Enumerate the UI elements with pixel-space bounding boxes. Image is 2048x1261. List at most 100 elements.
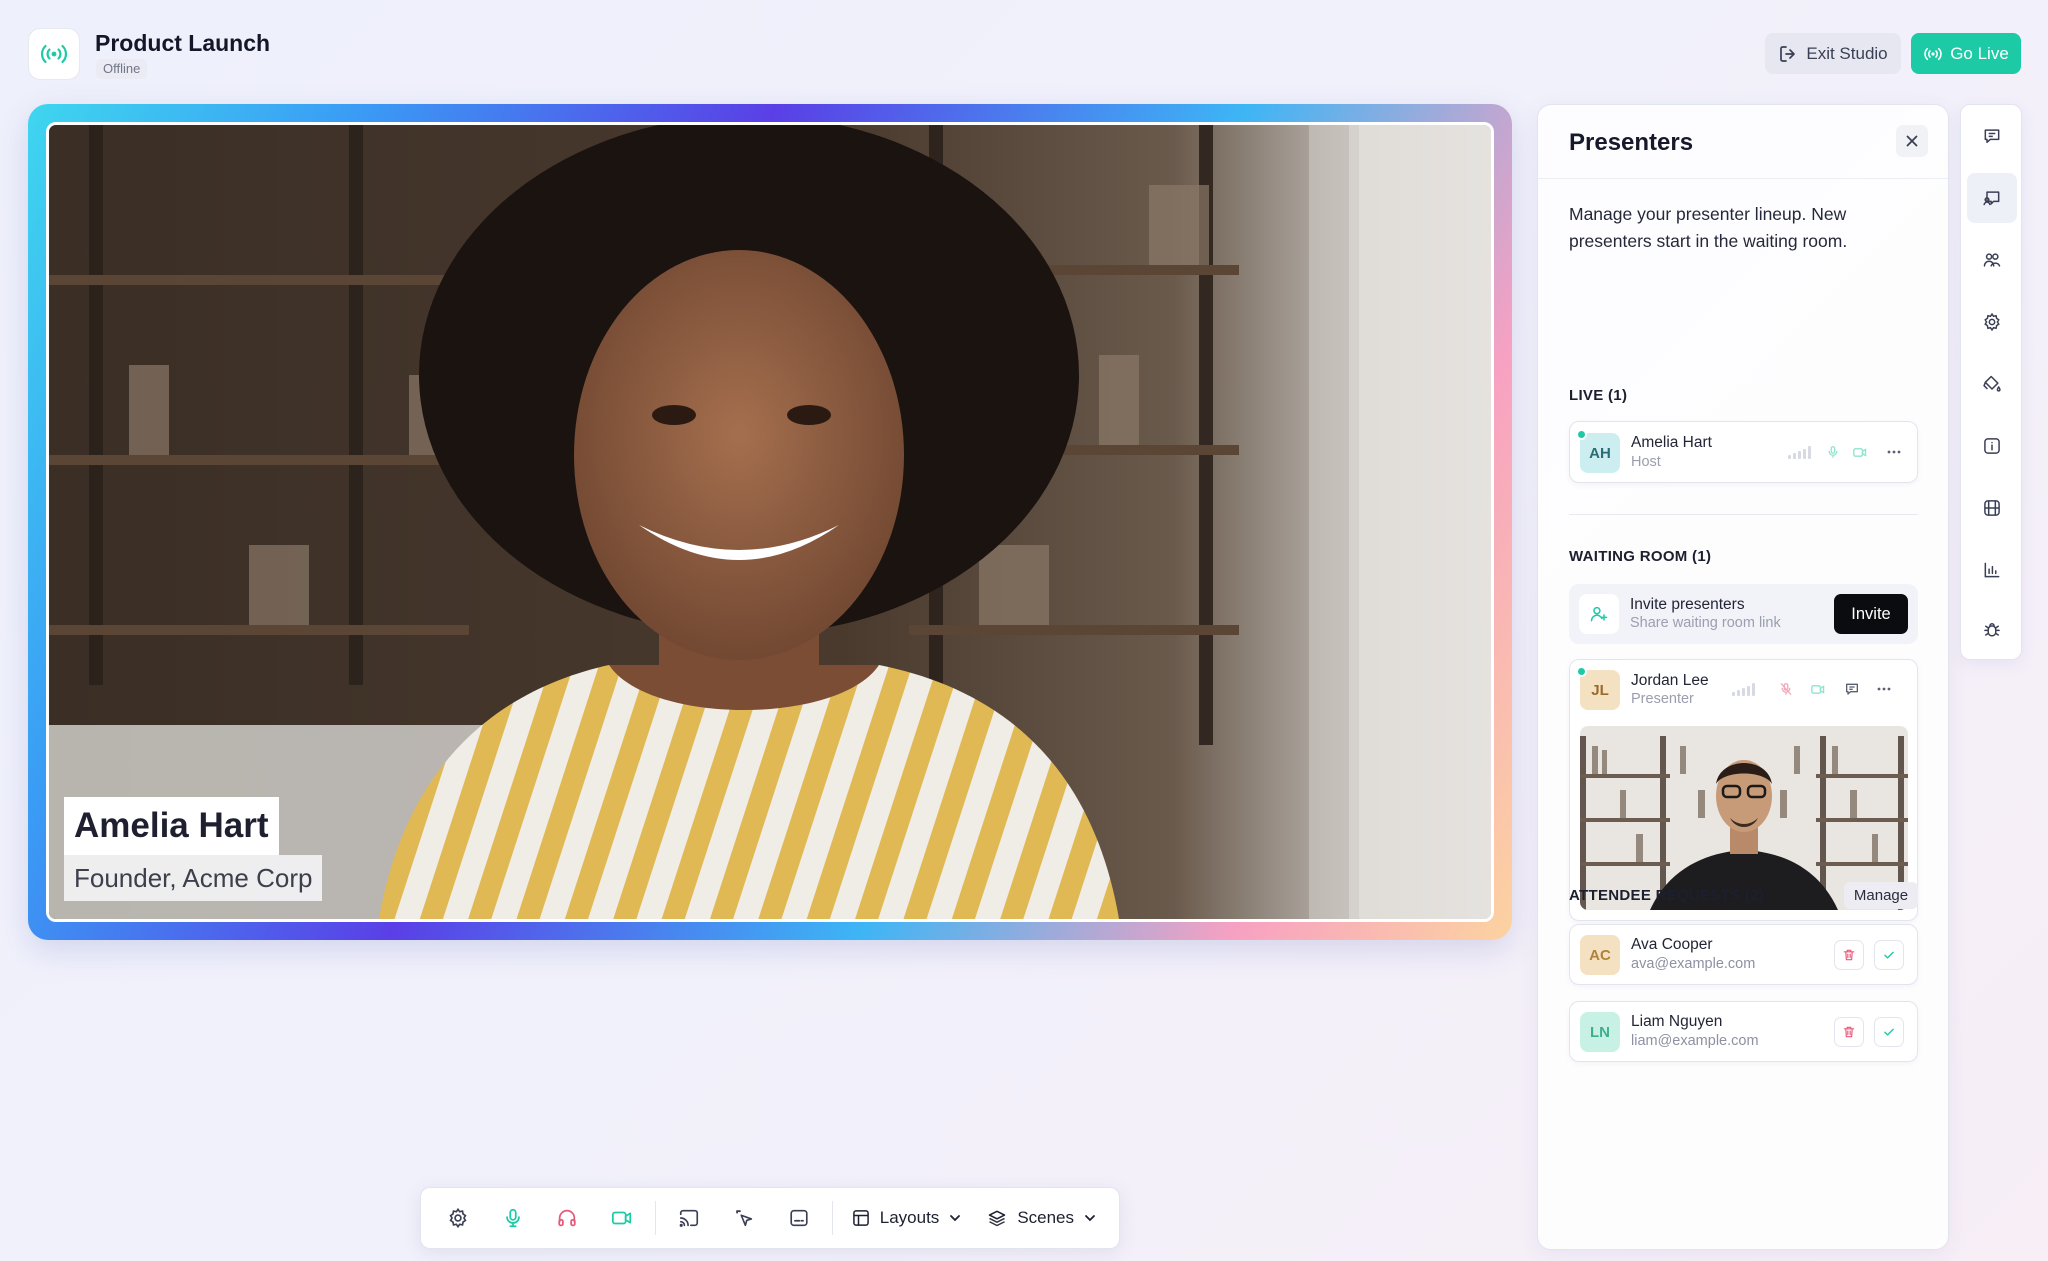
lower-third-name: Amelia Hart <box>64 797 279 855</box>
camera-icon <box>1811 684 1825 694</box>
rail-settings-button[interactable] <box>1967 297 2017 347</box>
presenter-chat-button[interactable] <box>1840 677 1864 701</box>
avatar: JL <box>1580 670 1620 710</box>
pointer-icon <box>735 1209 753 1227</box>
approve-request-button[interactable] <box>1874 940 1904 970</box>
layouts-label: Layouts <box>879 1208 940 1227</box>
exit-icon <box>1780 45 1796 62</box>
reject-request-button[interactable] <box>1834 1017 1864 1047</box>
stage: Amelia Hart Founder, Acme Corp <box>28 104 1512 940</box>
status-badge: Offline <box>96 59 148 79</box>
captions-icon <box>789 1209 808 1227</box>
captions-button[interactable] <box>771 1195 826 1241</box>
bug-icon <box>1984 623 2000 637</box>
attendee-email: liam@example.com <box>1631 1033 1759 1049</box>
microphone-button[interactable] <box>486 1195 541 1241</box>
online-indicator <box>1576 429 1587 440</box>
attendee-request-card: LN Liam Nguyen liam@example.com <box>1569 1001 1918 1062</box>
camera-icon <box>1853 447 1867 457</box>
presenter-role: Host <box>1631 454 1661 470</box>
audio-level <box>1786 442 1816 462</box>
more-icon <box>1887 450 1901 454</box>
rail-presenters-button[interactable] <box>1967 173 2017 223</box>
toolbar-separator <box>655 1201 657 1235</box>
more-icon <box>1877 687 1891 691</box>
presenters-panel: Presenters Manage your presenter lineup.… <box>1537 104 1949 1250</box>
user-plus-avatar <box>1579 594 1619 634</box>
go-live-label: Go Live <box>1950 43 2009 63</box>
reject-request-button[interactable] <box>1834 940 1864 970</box>
stage-frame: Amelia Hart Founder, Acme Corp <box>46 122 1494 922</box>
rail-people-button[interactable] <box>1967 235 2017 285</box>
settings-button[interactable] <box>431 1195 486 1241</box>
attendee-name: Ava Cooper <box>1631 936 1713 953</box>
attendee-email: ava@example.com <box>1631 956 1756 972</box>
invite-presenters-row: Invite presenters Share waiting room lin… <box>1569 584 1918 644</box>
panel-description: Manage your presenter lineup. New presen… <box>1569 204 1848 251</box>
layout-icon <box>852 1210 869 1226</box>
rail-analytics-button[interactable] <box>1967 545 2017 595</box>
live-section-label: LIVE (1) <box>1569 387 1628 404</box>
chat-icon <box>1846 683 1858 695</box>
close-icon <box>1906 135 1918 147</box>
presenter-more-button[interactable] <box>1882 440 1906 464</box>
presenter-role: Presenter <box>1631 691 1694 707</box>
microphone-icon <box>1828 446 1838 458</box>
layouts-dropdown[interactable]: Layouts <box>839 1195 975 1241</box>
chat-icon <box>1984 129 2000 143</box>
header: Product Launch Offline Exit Studio Go Li… <box>0 0 2048 100</box>
manage-requests-button[interactable]: Manage <box>1844 882 1918 909</box>
live-presenter-card[interactable]: AH Amelia Hart Host <box>1569 421 1918 483</box>
broadcast-icon <box>1924 47 1942 60</box>
presenters-icon <box>1983 191 2000 206</box>
presenter-camera-button[interactable] <box>1806 677 1830 701</box>
camera-icon <box>611 1211 632 1225</box>
bottom-toolbar: Layouts Scenes <box>420 1187 1120 1249</box>
avatar: AC <box>1580 935 1620 975</box>
media-icon <box>1984 500 2000 516</box>
invite-title: Invite presenters <box>1630 596 1745 613</box>
invite-button[interactable]: Invite <box>1834 594 1908 634</box>
info-icon <box>1984 438 2000 454</box>
chart-icon <box>1984 562 2000 578</box>
rail-media-button[interactable] <box>1967 483 2017 533</box>
check-icon <box>1884 1028 1894 1036</box>
settings-icon <box>1984 312 2000 332</box>
presenter-more-button[interactable] <box>1872 677 1896 701</box>
scenes-dropdown[interactable]: Scenes <box>974 1195 1109 1241</box>
avatar: AH <box>1580 433 1620 473</box>
requests-section-label: ATTENDEE REQUESTS (2) <box>1569 887 1765 904</box>
invite-subtitle: Share waiting room link <box>1630 615 1781 631</box>
rail-chat-button[interactable] <box>1967 111 2017 161</box>
layers-icon <box>989 1210 1006 1227</box>
chevron-down-icon <box>1085 1215 1095 1222</box>
exit-studio-button[interactable]: Exit Studio <box>1765 33 1901 74</box>
avatar: LN <box>1580 1012 1620 1052</box>
audio-level <box>1730 679 1760 699</box>
panel-title: Presenters <box>1569 129 1694 156</box>
presenter-camera-button[interactable] <box>1848 440 1872 464</box>
approve-request-button[interactable] <box>1874 1017 1904 1047</box>
go-live-button[interactable]: Go Live <box>1911 33 2021 74</box>
camera-button[interactable] <box>595 1195 650 1241</box>
signal-icon <box>1732 683 1755 696</box>
rail-debug-button[interactable] <box>1967 605 2017 655</box>
headphones-icon <box>558 1209 577 1227</box>
close-panel-button[interactable] <box>1896 125 1928 157</box>
pointer-button[interactable] <box>717 1195 772 1241</box>
panel-header: Presenters <box>1538 105 1948 179</box>
page-title: Product Launch <box>95 30 271 56</box>
online-indicator <box>1576 666 1587 677</box>
people-icon <box>1983 253 2001 267</box>
rail-info-button[interactable] <box>1967 421 2017 471</box>
presenter-mic-button[interactable] <box>1774 677 1798 701</box>
microphone-off-icon <box>1780 683 1792 695</box>
rail-brand-button[interactable] <box>1967 359 2017 409</box>
presenter-name: Amelia Hart <box>1631 434 1712 451</box>
headphones-button[interactable] <box>540 1195 595 1241</box>
scenes-label: Scenes <box>1017 1208 1075 1227</box>
attendee-request-card: AC Ava Cooper ava@example.com <box>1569 924 1918 985</box>
cast-button[interactable] <box>662 1195 717 1241</box>
presenter-mic-button[interactable] <box>1822 440 1844 464</box>
waiting-section-label: WAITING ROOM (1) <box>1569 548 1712 565</box>
